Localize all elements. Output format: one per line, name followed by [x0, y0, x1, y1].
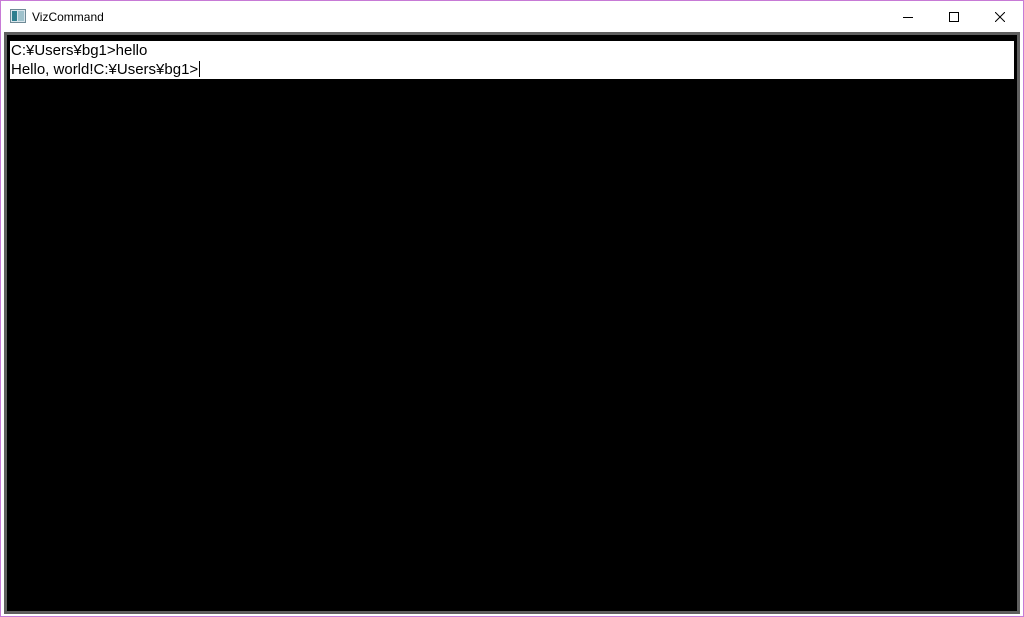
terminal-app-icon: [10, 9, 26, 23]
console-line: C:¥Users¥bg1>hello: [10, 41, 1014, 60]
minimize-icon: [903, 16, 913, 18]
console-line-text: C:¥Users¥bg1>hello: [11, 42, 148, 59]
console-line[interactable]: Hello, world!C:¥Users¥bg1>: [10, 60, 1014, 79]
window-title: VizCommand: [32, 10, 104, 24]
maximize-icon: [949, 11, 959, 22]
maximize-button[interactable]: [931, 1, 977, 32]
text-cursor: [199, 61, 201, 77]
app-window: VizCommand C:¥Users¥bg1>hello Hello, wor…: [0, 0, 1024, 617]
close-icon: [995, 11, 1005, 22]
close-button[interactable]: [977, 1, 1023, 32]
title-bar[interactable]: VizCommand: [1, 1, 1023, 32]
minimize-button[interactable]: [885, 1, 931, 32]
console-line-text: Hello, world!C:¥Users¥bg1>: [11, 61, 199, 78]
console-area[interactable]: C:¥Users¥bg1>hello Hello, world!C:¥Users…: [4, 32, 1020, 614]
